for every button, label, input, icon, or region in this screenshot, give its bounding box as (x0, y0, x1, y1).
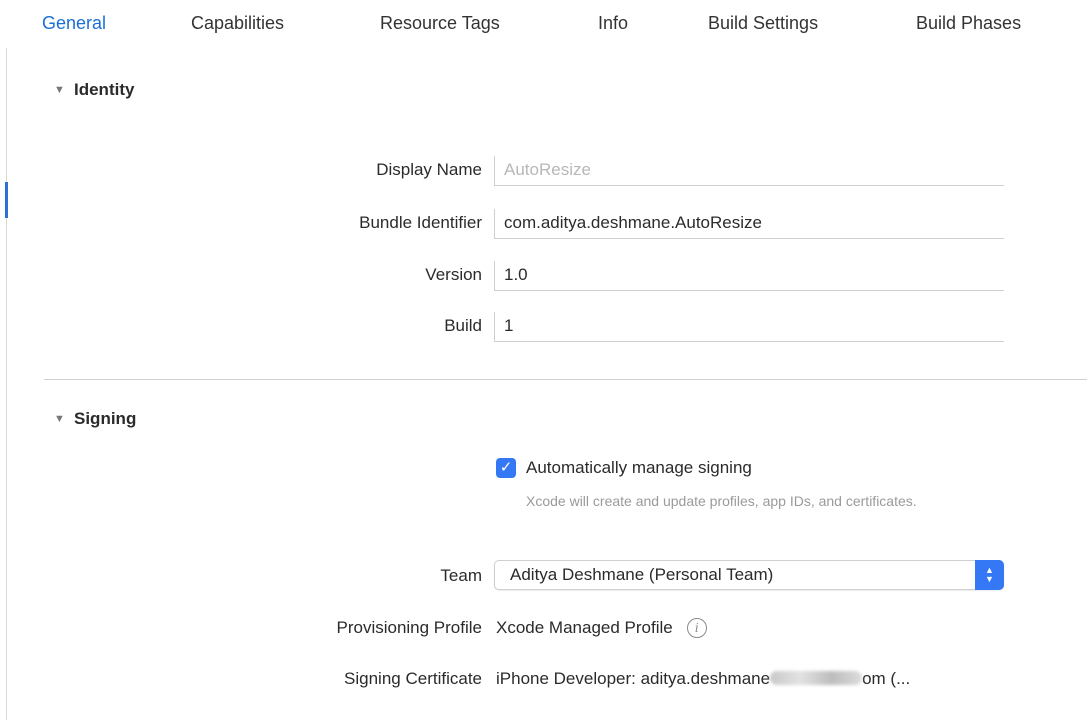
team-label: Team (440, 566, 482, 585)
certificate-text-suffix: om (... (862, 669, 911, 688)
tab-build-settings[interactable]: Build Settings (708, 13, 818, 34)
info-circle-icon[interactable]: i (686, 618, 707, 638)
provisioning-profile-value: Xcode Managed Profile i (496, 618, 707, 638)
version-field[interactable]: 1.0 (494, 261, 1004, 291)
tab-info[interactable]: Info (598, 13, 628, 34)
bundle-identifier-field[interactable]: com.aditya.deshmane.AutoResize (494, 209, 1004, 239)
bundle-identifier-label: Bundle Identifier (359, 213, 482, 232)
signing-certificate-label: Signing Certificate (344, 669, 482, 688)
tab-resource-tags[interactable]: Resource Tags (380, 13, 500, 34)
certificate-text-prefix: iPhone Developer: aditya.deshmane (496, 669, 771, 688)
signing-certificate-value: iPhone Developer: aditya.deshmane om (... (496, 669, 910, 689)
selection-marker (5, 182, 8, 218)
popup-arrows-icon: ▲ ▼ (975, 560, 1004, 590)
version-label: Version (425, 265, 482, 284)
redacted-email-blur (770, 671, 863, 685)
disclosure-triangle-icon[interactable]: ▼ (54, 413, 74, 425)
display-name-field[interactable]: AutoResize (494, 156, 1004, 186)
signing-section-header[interactable]: ▼ Signing (54, 409, 136, 429)
build-field[interactable]: 1 (494, 312, 1004, 342)
provisioning-profile-label: Provisioning Profile (336, 618, 482, 637)
display-name-label: Display Name (376, 160, 482, 179)
tab-capabilities[interactable]: Capabilities (191, 13, 284, 34)
build-label: Build (444, 316, 482, 335)
editor-tab-bar: General Capabilities Resource Tags Info … (0, 0, 1087, 48)
disclosure-triangle-icon[interactable]: ▼ (54, 84, 74, 96)
auto-manage-signing-checkbox[interactable]: ✓ (496, 458, 516, 478)
auto-manage-signing-label[interactable]: Automatically manage signing (526, 458, 752, 478)
team-popup-value: Aditya Deshmane (Personal Team) (510, 565, 774, 584)
section-divider (44, 379, 1087, 380)
provisioning-profile-text: Xcode Managed Profile (496, 618, 673, 637)
team-popup-button[interactable]: Aditya Deshmane (Personal Team) ▲ ▼ (494, 560, 1004, 590)
tab-general[interactable]: General (42, 13, 106, 34)
auto-manage-signing-help: Xcode will create and update profiles, a… (526, 493, 917, 509)
signing-header-label: Signing (74, 409, 137, 428)
tab-build-phases[interactable]: Build Phases (916, 13, 1021, 34)
identity-section-header[interactable]: ▼ Identity (54, 80, 134, 100)
identity-header-label: Identity (74, 80, 135, 99)
checkmark-icon: ✓ (499, 459, 513, 476)
target-list-divider[interactable] (6, 48, 7, 720)
